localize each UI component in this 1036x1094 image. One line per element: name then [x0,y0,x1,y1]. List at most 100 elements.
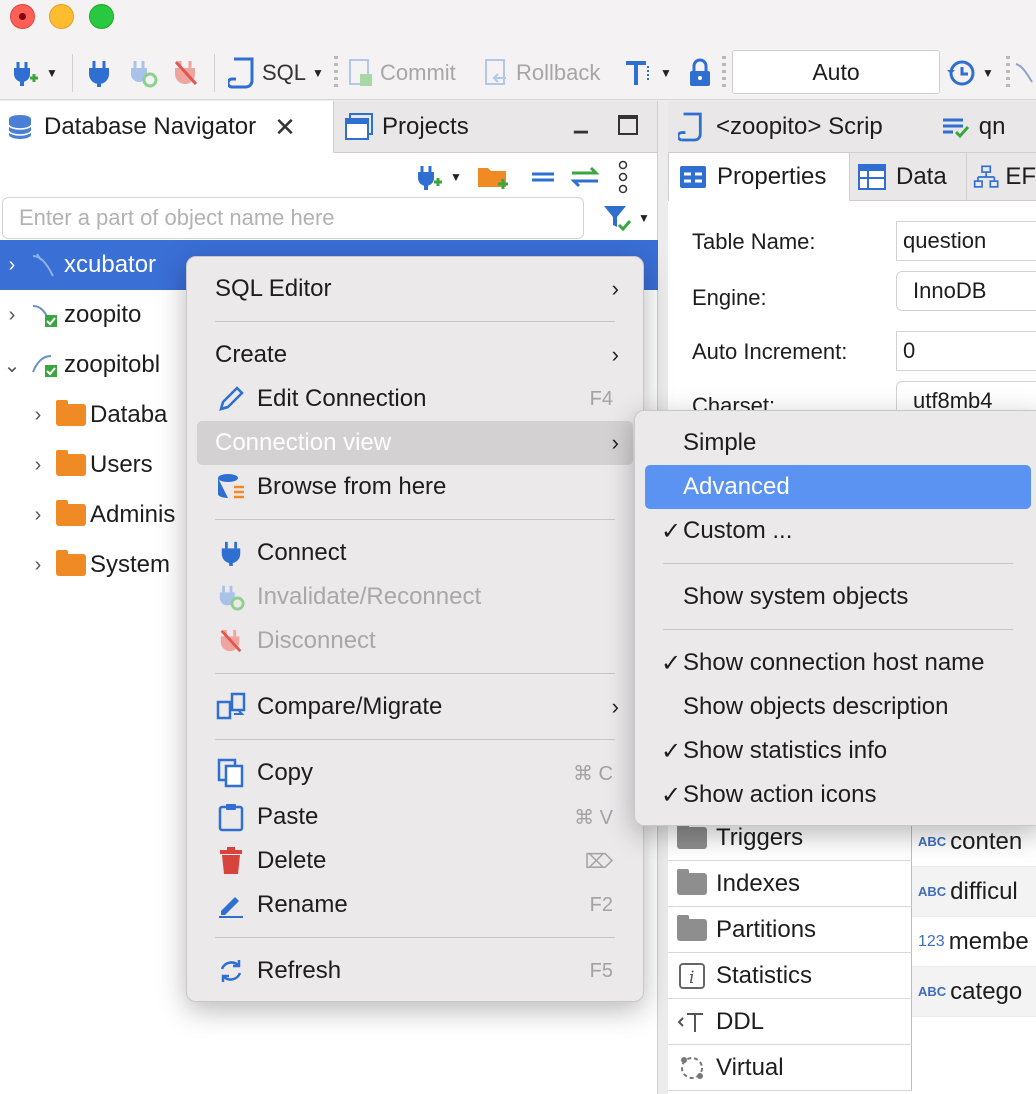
menu-item-edit-connection[interactable]: Edit Connection F4 [197,377,633,421]
filter-button[interactable]: ▼ [602,203,650,233]
checkmark-icon: ✓ [661,649,682,677]
menu-item-connect[interactable]: Connect [197,531,633,575]
menu-item-delete[interactable]: Delete ⌦ [197,839,633,883]
disconnect-button[interactable] [172,46,200,100]
section-label: Partitions [716,915,817,943]
menu-item-label: Edit Connection [257,385,427,412]
script-icon [228,57,254,89]
menu-item-copy[interactable]: Copy ⌘ C [197,751,633,795]
pencil-icon [215,385,247,413]
menu-item-sql-editor[interactable]: SQL Editor › [197,267,633,311]
script-icon [678,112,702,141]
menu-item-show-system-objects[interactable]: Show system objects [645,575,1031,619]
menu-item-show-objects-description[interactable]: Show objects description [645,685,1031,729]
commit-icon [349,59,372,86]
mysql-connected-icon [30,301,60,329]
chevron-right-icon[interactable]: › [0,304,24,327]
chevron-down-icon[interactable]: ▼ [450,170,462,184]
menu-item-show-connection-host-name[interactable]: ✓ Show connection host name [645,641,1031,685]
chevron-down-icon[interactable]: ▼ [982,66,994,80]
checkmark-icon: ✓ [661,737,682,765]
tab-table[interactable]: qn [941,113,1005,141]
minimize-window-button[interactable] [49,4,74,29]
link-editor-icon[interactable] [568,162,602,192]
menu-item-paste[interactable]: Paste ⌘ V [197,795,633,839]
menu-item-rename[interactable]: Rename F2 [197,883,633,927]
commit-button[interactable]: Commit [348,46,456,100]
tree-item-label: zoopito [64,301,142,328]
chevron-right-icon: › [611,342,619,367]
chevron-down-icon[interactable]: ▼ [46,66,58,80]
tab-data[interactable]: Data [858,153,962,201]
sql-editor-button[interactable]: SQL ▼ [228,46,324,100]
section-ddl[interactable]: DDL [668,999,912,1045]
menu-item-label: Show statistics info [683,737,888,764]
folder-add-icon[interactable] [476,162,510,192]
section-statistics[interactable]: i Statistics [668,953,912,999]
section-indexes[interactable]: Indexes [668,861,912,907]
minimize-panel-icon[interactable]: ▁ [574,113,588,134]
folder-icon [676,868,708,895]
menu-item-simple[interactable]: Simple [645,421,1031,465]
list-item[interactable]: 123 membe [912,917,1036,967]
menu-item-refresh[interactable]: Refresh F5 [197,949,633,993]
menu-item-compare-migrate[interactable]: Compare/Migrate › [197,685,633,729]
section-virtual[interactable]: Virtual [668,1045,912,1091]
more-options-icon[interactable] [616,160,630,194]
maximize-panel-icon[interactable] [618,115,638,135]
reconnect-button[interactable] [128,46,158,100]
tab-label: Projects [382,113,469,140]
chevron-right-icon[interactable]: › [26,454,50,477]
transaction-mode-field[interactable]: Auto [732,50,940,94]
transaction-mode-button[interactable]: ▼ [624,46,672,100]
auto-increment-label: Auto Increment: [692,339,848,364]
zoom-window-button[interactable] [89,4,114,29]
tree-item-label: Users [90,451,153,478]
close-icon[interactable]: ✕ [274,112,296,143]
menu-item-custom[interactable]: ✓ Custom ... [645,509,1031,553]
clipboard-icon [215,802,247,832]
chevron-right-icon[interactable]: › [26,504,50,527]
engine-select[interactable]: InnoDB [896,271,1036,311]
new-connection-button[interactable]: ▼ [10,46,58,100]
section-label: Triggers [716,823,804,851]
list-item[interactable]: ABC catego [912,967,1036,1017]
list-item[interactable]: ABC difficul [912,867,1036,917]
chevron-down-icon[interactable]: ▼ [660,66,672,80]
menu-item-advanced[interactable]: Advanced [645,465,1031,509]
tab-properties[interactable]: Properties [668,153,850,201]
chevron-down-icon[interactable]: ▼ [312,66,324,80]
tab-database-navigator[interactable]: Database Navigator ✕ [0,101,334,153]
chevron-right-icon[interactable]: › [26,404,50,427]
lock-button[interactable] [688,46,712,100]
plug-add-icon[interactable] [414,162,444,192]
connect-button[interactable] [86,46,112,100]
chevron-down-icon[interactable]: ▼ [638,211,650,225]
menu-item-browse-from-here[interactable]: Browse from here [197,465,633,509]
chevron-right-icon[interactable]: › [26,554,50,577]
tab-projects[interactable]: Projects [334,101,658,153]
menu-item-disconnect[interactable]: Disconnect [197,619,633,663]
table-name-field[interactable]: question [896,221,1036,261]
chevron-right-icon[interactable]: › [0,254,24,277]
object-name-filter-input[interactable] [2,197,584,239]
tree-item-label: zoopitobl [64,351,161,378]
auto-increment-field[interactable]: 0 [896,331,1036,371]
menu-shortcut: F5 [589,959,613,982]
menu-item-connection-view[interactable]: Connection view › [197,421,633,465]
menu-item-invalidate-reconnect[interactable]: Invalidate/Reconnect [197,575,633,619]
history-button[interactable]: ▼ [946,46,994,100]
menu-item-show-action-icons[interactable]: ✓ Show action icons [645,773,1031,817]
close-window-button[interactable] [10,4,35,29]
menu-item-show-statistics-info[interactable]: ✓ Show statistics info [645,729,1031,773]
chevron-down-icon[interactable]: ⌄ [0,353,24,378]
menu-shortcut: ⌘ C [573,762,613,785]
history-icon [947,60,975,86]
tab-script[interactable]: <zoopito> Scrip [678,112,883,142]
mysql-icon [1014,46,1036,100]
tab-er-diagram[interactable]: EF [966,153,1036,201]
rollback-button[interactable]: Rollback [484,46,600,100]
collapse-all-icon[interactable] [528,162,558,192]
section-partitions[interactable]: Partitions [668,907,912,953]
menu-item-create[interactable]: Create › [197,333,633,377]
